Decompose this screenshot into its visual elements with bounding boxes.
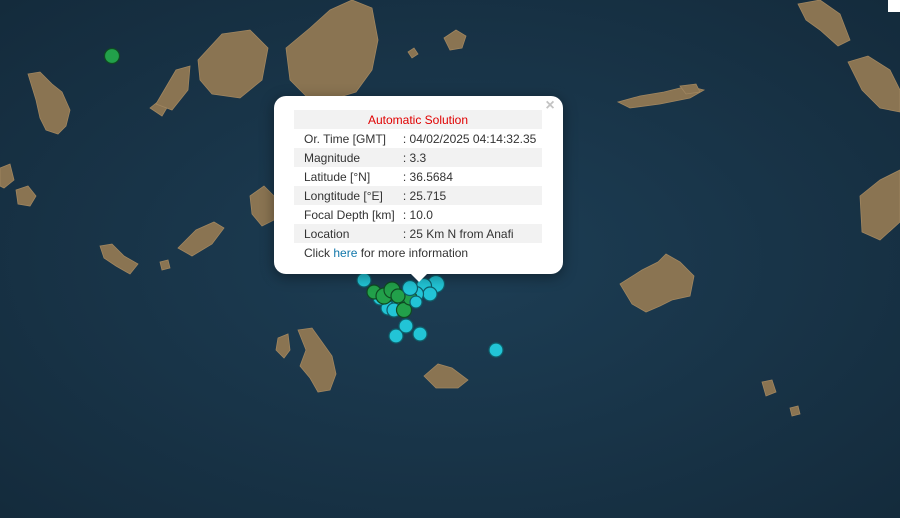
table-row: Location : 25 Km N from Anafi (294, 224, 542, 243)
table-row: Latitude [°N] : 36.5684 (294, 167, 542, 186)
table-row: Or. Time [GMT] : 04/02/2025 04:14:32.35 (294, 129, 542, 148)
table-row: Magnitude : 3.3 (294, 148, 542, 167)
island-small-east-2 (789, 405, 801, 417)
location-label: Location (294, 224, 399, 243)
location-value: : 25 Km N from Anafi (398, 224, 542, 243)
popup-tip (409, 272, 429, 282)
latitude-label: Latitude [°N] (304, 169, 371, 184)
popup-title: Automatic Solution (294, 110, 542, 129)
magnitude-value: : 3.3 (398, 148, 542, 167)
longitude-value: : 25.715 (398, 186, 542, 205)
earthquake-marker[interactable] (103, 47, 121, 65)
corner-control (888, 0, 900, 12)
more-info-line: Click here for more information (294, 243, 542, 262)
earthquake-marker[interactable] (488, 342, 504, 358)
earthquake-popup: × Automatic Solution Or. Time [GMT] : 04… (274, 96, 563, 274)
close-icon[interactable]: × (543, 98, 557, 114)
earthquake-marker-selected[interactable] (401, 279, 419, 297)
more-info-prefix: Click (304, 245, 330, 260)
longitude-label: Longtitude [°E] (294, 186, 399, 205)
origin-time-label: Or. Time [GMT] (304, 131, 387, 146)
earthquake-info-table: Automatic Solution Or. Time [GMT] : 04/0… (294, 110, 542, 262)
earthquake-marker[interactable] (412, 326, 428, 342)
table-row: Click here for more information (294, 243, 542, 262)
earthquake-marker[interactable] (422, 286, 438, 302)
table-row: Longtitude [°E] : 25.715 (294, 186, 542, 205)
earthquake-marker[interactable] (388, 328, 404, 344)
focal-depth-label: Focal Depth [km] (304, 207, 395, 222)
island-small-west (159, 259, 171, 271)
earthquake-marker[interactable] (409, 295, 423, 309)
earthquake-marker[interactable] (356, 272, 372, 288)
more-info-suffix: for more information (360, 245, 469, 260)
more-info-link[interactable]: here (333, 246, 357, 260)
focal-depth-value: : 10.0 (402, 207, 433, 222)
table-row: Focal Depth [km] : 10.0 (294, 205, 542, 224)
magnitude-label: Magnitude (294, 148, 399, 167)
latitude-value: : 36.5684 (402, 169, 453, 184)
origin-time-value: : 04/02/2025 04:14:32.35 (402, 131, 537, 146)
